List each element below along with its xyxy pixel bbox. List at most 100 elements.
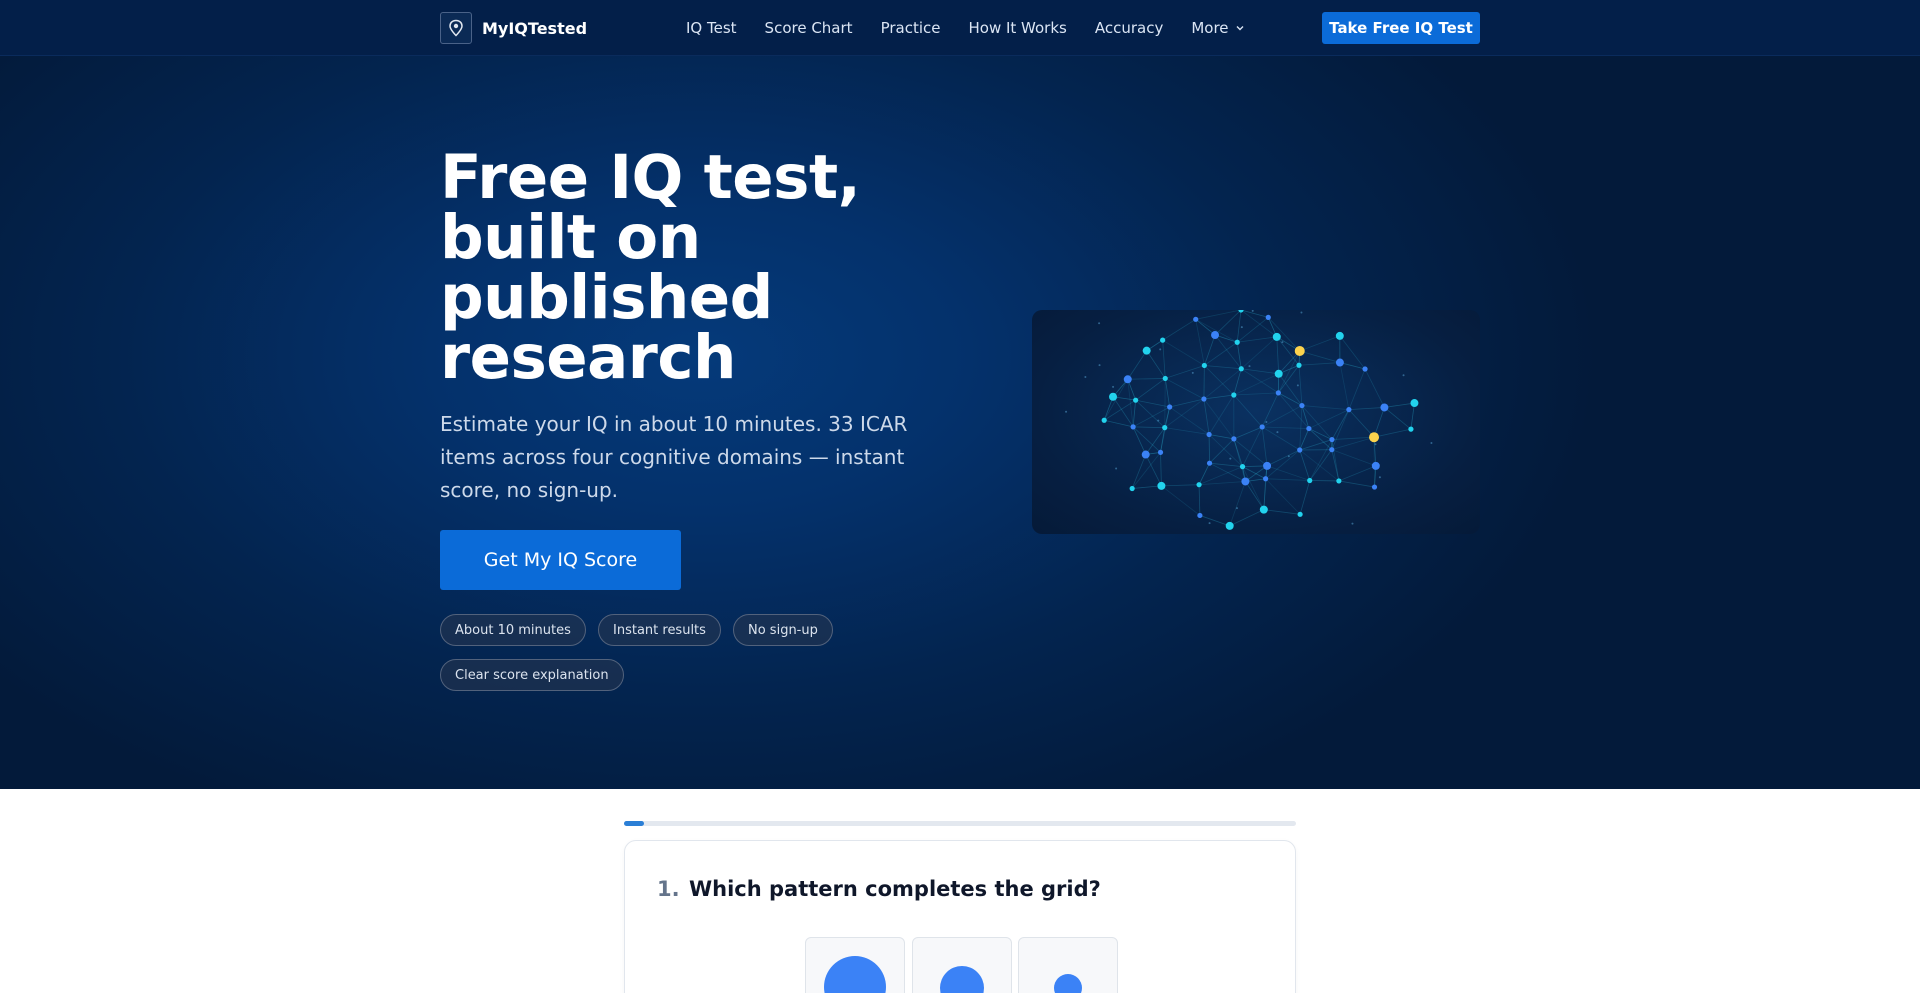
take-free-iq-test-button[interactable]: Take Free IQ Test <box>1322 12 1480 44</box>
top-navbar: MyIQTested IQ Test Score Chart Practice … <box>0 0 1920 56</box>
network-link <box>1261 426 1300 451</box>
pattern-cell[interactable] <box>1018 937 1118 993</box>
network-node <box>1234 339 1240 345</box>
network-link <box>1298 365 1303 406</box>
nav-link-iq-test[interactable]: IQ Test <box>686 19 737 37</box>
nav-more-label: More <box>1191 19 1229 37</box>
network-link <box>1165 365 1205 379</box>
network-link <box>1203 334 1216 366</box>
network-link <box>1104 419 1134 428</box>
network-link <box>1331 409 1350 450</box>
network-link <box>1161 485 1201 516</box>
question-number: 1. <box>657 877 680 901</box>
network-link <box>1233 426 1263 440</box>
network-dust <box>1300 311 1303 314</box>
chip-duration: About 10 minutes <box>440 614 586 646</box>
network-link <box>1204 341 1238 366</box>
network-dust <box>1240 326 1243 329</box>
network-link <box>1164 378 1171 408</box>
network-link <box>1146 350 1166 379</box>
network-link <box>1299 428 1310 451</box>
circle-shape-small <box>1054 974 1082 993</box>
network-link <box>1195 310 1242 320</box>
network-node <box>1241 477 1250 486</box>
network-link <box>1299 335 1340 352</box>
chip-instant-results: Instant results <box>598 614 721 646</box>
network-link <box>1164 378 1166 428</box>
network-dust <box>1191 371 1194 374</box>
get-iq-score-button[interactable]: Get My IQ Score <box>440 530 681 590</box>
network-link <box>1308 409 1350 429</box>
nav-link-practice[interactable]: Practice <box>881 19 941 37</box>
network-node <box>1141 450 1150 459</box>
network-node <box>1157 449 1164 455</box>
network-link <box>1278 373 1303 406</box>
pattern-cell[interactable] <box>912 937 1012 993</box>
network-node <box>1157 481 1166 490</box>
network-link <box>1242 426 1263 467</box>
brand-logo-link[interactable]: MyIQTested <box>440 12 587 44</box>
network-node <box>1408 426 1414 432</box>
network-dust <box>1248 365 1251 368</box>
network-link <box>1242 466 1266 480</box>
network-link <box>1165 378 1205 400</box>
network-link <box>1233 368 1242 396</box>
network-link <box>1348 368 1366 410</box>
network-node <box>1265 314 1271 320</box>
network-node <box>1306 425 1312 432</box>
network-link <box>1198 463 1210 485</box>
network-link <box>1162 339 1205 366</box>
network-node <box>1335 358 1344 367</box>
network-node <box>1225 521 1234 530</box>
network-link <box>1339 362 1350 410</box>
network-link <box>1204 365 1242 370</box>
network-node <box>1201 362 1207 369</box>
brain-pin-icon <box>440 12 472 44</box>
network-link <box>1133 426 1165 429</box>
network-link <box>1233 438 1268 467</box>
pattern-cell[interactable] <box>805 937 905 993</box>
network-link <box>1331 449 1376 467</box>
network-dust <box>1235 507 1238 510</box>
network-node <box>1231 436 1237 442</box>
network-dust <box>1159 348 1162 351</box>
network-link <box>1338 480 1375 488</box>
nav-link-score-chart[interactable]: Score Chart <box>765 19 853 37</box>
network-link <box>1169 406 1210 435</box>
network-node <box>1294 345 1305 356</box>
nav-more-dropdown[interactable]: More <box>1191 19 1244 37</box>
network-link <box>1245 481 1265 510</box>
network-link <box>1127 378 1166 380</box>
network-node <box>1133 397 1139 403</box>
network-link <box>1236 310 1242 343</box>
network-link <box>1204 365 1235 396</box>
question-card: 1. Which pattern completes the grid? <box>624 840 1296 993</box>
network-link <box>1209 462 1246 482</box>
network-node <box>1167 404 1173 410</box>
network-link <box>1265 478 1310 481</box>
network-link <box>1331 409 1350 440</box>
nav-link-how-it-works[interactable]: How It Works <box>968 19 1066 37</box>
network-link <box>1241 368 1279 375</box>
network-node <box>1239 464 1246 470</box>
network-link <box>1240 310 1278 338</box>
network-link <box>1131 454 1147 489</box>
network-node <box>1297 511 1303 517</box>
network-node <box>1123 375 1132 384</box>
network-link <box>1299 405 1303 451</box>
question-text: Which pattern completes the grid? <box>689 877 1101 901</box>
network-node <box>1193 316 1199 322</box>
hero-subtitle: Estimate your IQ in about 10 minutes. 33… <box>440 412 908 502</box>
network-dust <box>1281 341 1284 344</box>
network-link <box>1384 407 1412 430</box>
nav-link-accuracy[interactable]: Accuracy <box>1095 19 1163 37</box>
quiz-progress-bar <box>624 821 1296 826</box>
primary-nav: IQ Test Score Chart Practice How It Work… <box>686 0 1273 56</box>
network-node <box>1335 331 1344 340</box>
network-node <box>1197 512 1203 519</box>
network-link <box>1278 392 1303 406</box>
network-node <box>1346 407 1352 413</box>
network-dust <box>1084 376 1087 379</box>
network-node <box>1380 403 1389 412</box>
network-link <box>1195 318 1238 343</box>
